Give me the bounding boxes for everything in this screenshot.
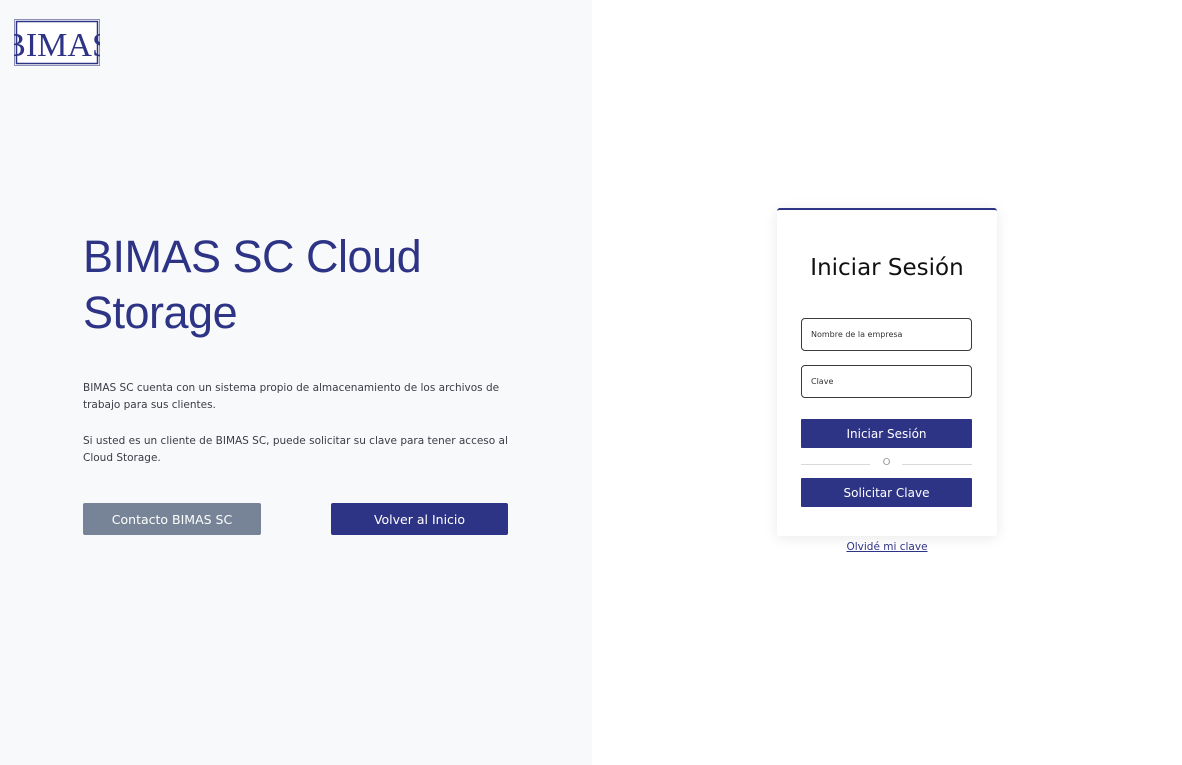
divider-line-right [902,464,972,465]
back-home-button[interactable]: Volver al Inicio [331,503,508,535]
login-card: Iniciar Sesión Iniciar Sesión O Solicita… [777,208,997,536]
bimas-logo[interactable]: BIMAS [14,19,100,66]
forgot-key-link[interactable]: Olvidé mi clave [777,541,997,553]
info-panel: BIMAS BIMAS SC Cloud Storage BIMAS SC cu… [0,0,592,765]
page-title: BIMAS SC Cloud Storage [83,231,422,338]
company-name-input[interactable] [801,318,972,351]
login-button[interactable]: Iniciar Sesión [801,419,972,448]
page: BIMAS BIMAS SC Cloud Storage BIMAS SC cu… [0,0,1182,765]
logo-text: BIMAS [14,27,100,64]
bimas-logo-icon: BIMAS [14,19,100,66]
divider-text: O [882,457,891,468]
access-info-paragraph: Si usted es un cliente de BIMAS SC, pued… [83,435,508,464]
login-title: Iniciar Sesión [810,255,964,281]
request-key-button[interactable]: Solicitar Clave [801,478,972,507]
contact-button[interactable]: Contacto BIMAS SC [83,503,261,535]
description-paragraph: BIMAS SC cuenta con un sistema propio de… [83,382,500,411]
key-input[interactable] [801,365,972,398]
or-divider: O [801,456,972,472]
